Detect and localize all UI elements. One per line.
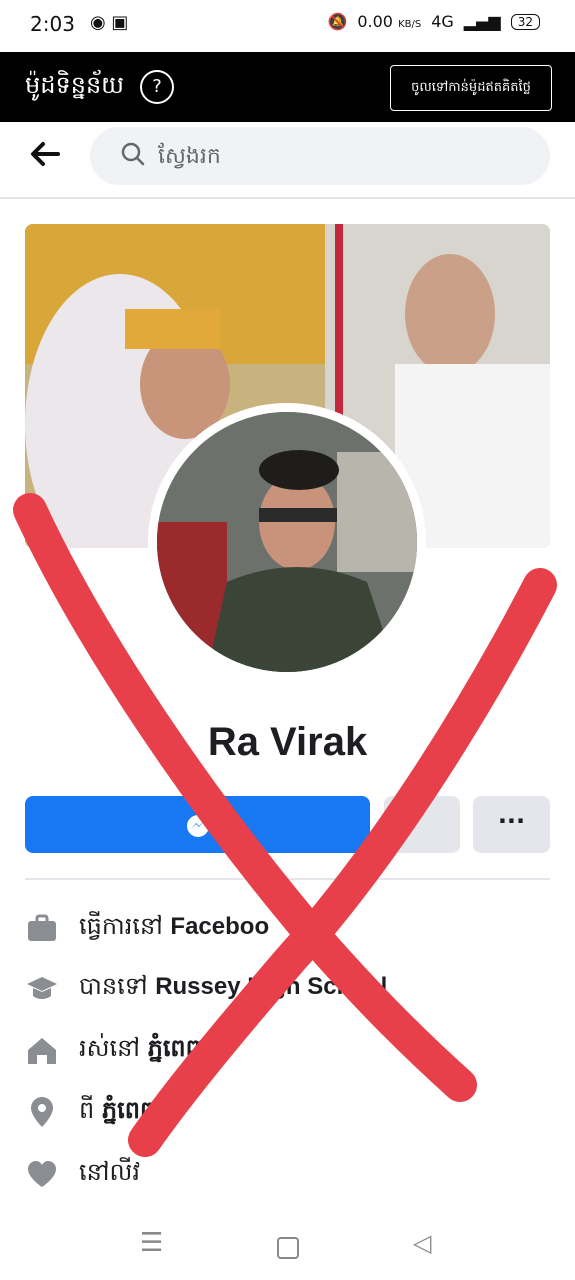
avatar (157, 412, 417, 672)
mute-icon: 🔕 (327, 12, 348, 31)
info-relationship-text: នៅលីវ (79, 1157, 140, 1186)
info-row-education: បានទៅ Russey High School (25, 968, 545, 1008)
search-input[interactable]: ស្វែងរក (90, 127, 550, 185)
info-work-text: ធ្វើការនៅ Faceboo (79, 911, 270, 940)
info-from-text: ពី ភ្នំពេញ (79, 1095, 163, 1124)
graduation-cap-icon (27, 977, 57, 999)
search-placeholder: ស្វែងរក (158, 144, 221, 169)
divider (0, 197, 575, 199)
more-options-button[interactable]: ··· (473, 796, 550, 853)
android-nav-bar: ☰ ◁ (0, 1215, 575, 1280)
info-lives-text: រស់នៅ ភ្នំពេញ (79, 1033, 209, 1062)
info-education-text: បានទៅ Russey High School (79, 971, 388, 1000)
divider (25, 878, 550, 880)
briefcase-icon (28, 914, 56, 941)
messenger-icon (186, 814, 209, 837)
heart-icon (28, 1161, 56, 1187)
battery-icon: 32 (510, 13, 540, 30)
speed-value: 0.00 KB/S (357, 12, 422, 31)
status-right: 🔕 0.00 KB/S 4G ▂▄▆ 32 (327, 12, 540, 31)
location-pin-icon (31, 1097, 53, 1127)
info-row-relationship: នៅលីវ (25, 1154, 545, 1194)
status-bar: 2:03 ◉ ▣ 🔕 0.00 KB/S 4G ▂▄▆ 32 (0, 0, 575, 50)
search-icon (121, 142, 145, 166)
info-row-lives: រស់នៅ ភ្នំពេញ (25, 1030, 545, 1070)
secondary-action-button[interactable] (384, 796, 460, 853)
profile-name: Ra Virak (207, 720, 368, 764)
back-arrow-icon[interactable] (28, 137, 68, 177)
info-row-work: ធ្វើការនៅ Faceboo (25, 908, 545, 948)
house-icon (28, 1038, 56, 1064)
home-icon[interactable] (277, 1237, 299, 1259)
status-time: 2:03 (30, 12, 75, 36)
message-button[interactable] (25, 796, 370, 853)
data-mode-bar: ម៉ូដទិន្នន័យ ? ចូលទៅកាន់ម៉ូដឥតគិតថ្លៃ (0, 52, 575, 122)
help-icon[interactable]: ? (140, 70, 174, 104)
profile-picture[interactable] (148, 403, 426, 681)
back-triangle-icon[interactable]: ◁ (413, 1229, 431, 1257)
info-row-from: ពី ភ្នំពេញ (25, 1092, 545, 1132)
menu-icon[interactable]: ☰ (140, 1228, 163, 1258)
free-mode-button[interactable]: ចូលទៅកាន់ម៉ូដឥតគិតថ្លៃ (390, 65, 552, 111)
messenger-facebook-icon: ◉ ▣ (90, 12, 129, 33)
signal-icon: ▂▄▆ (463, 12, 501, 31)
data-mode-title: ម៉ូដទិន្នន័យ (25, 71, 125, 99)
network-label: 4G (431, 12, 454, 31)
